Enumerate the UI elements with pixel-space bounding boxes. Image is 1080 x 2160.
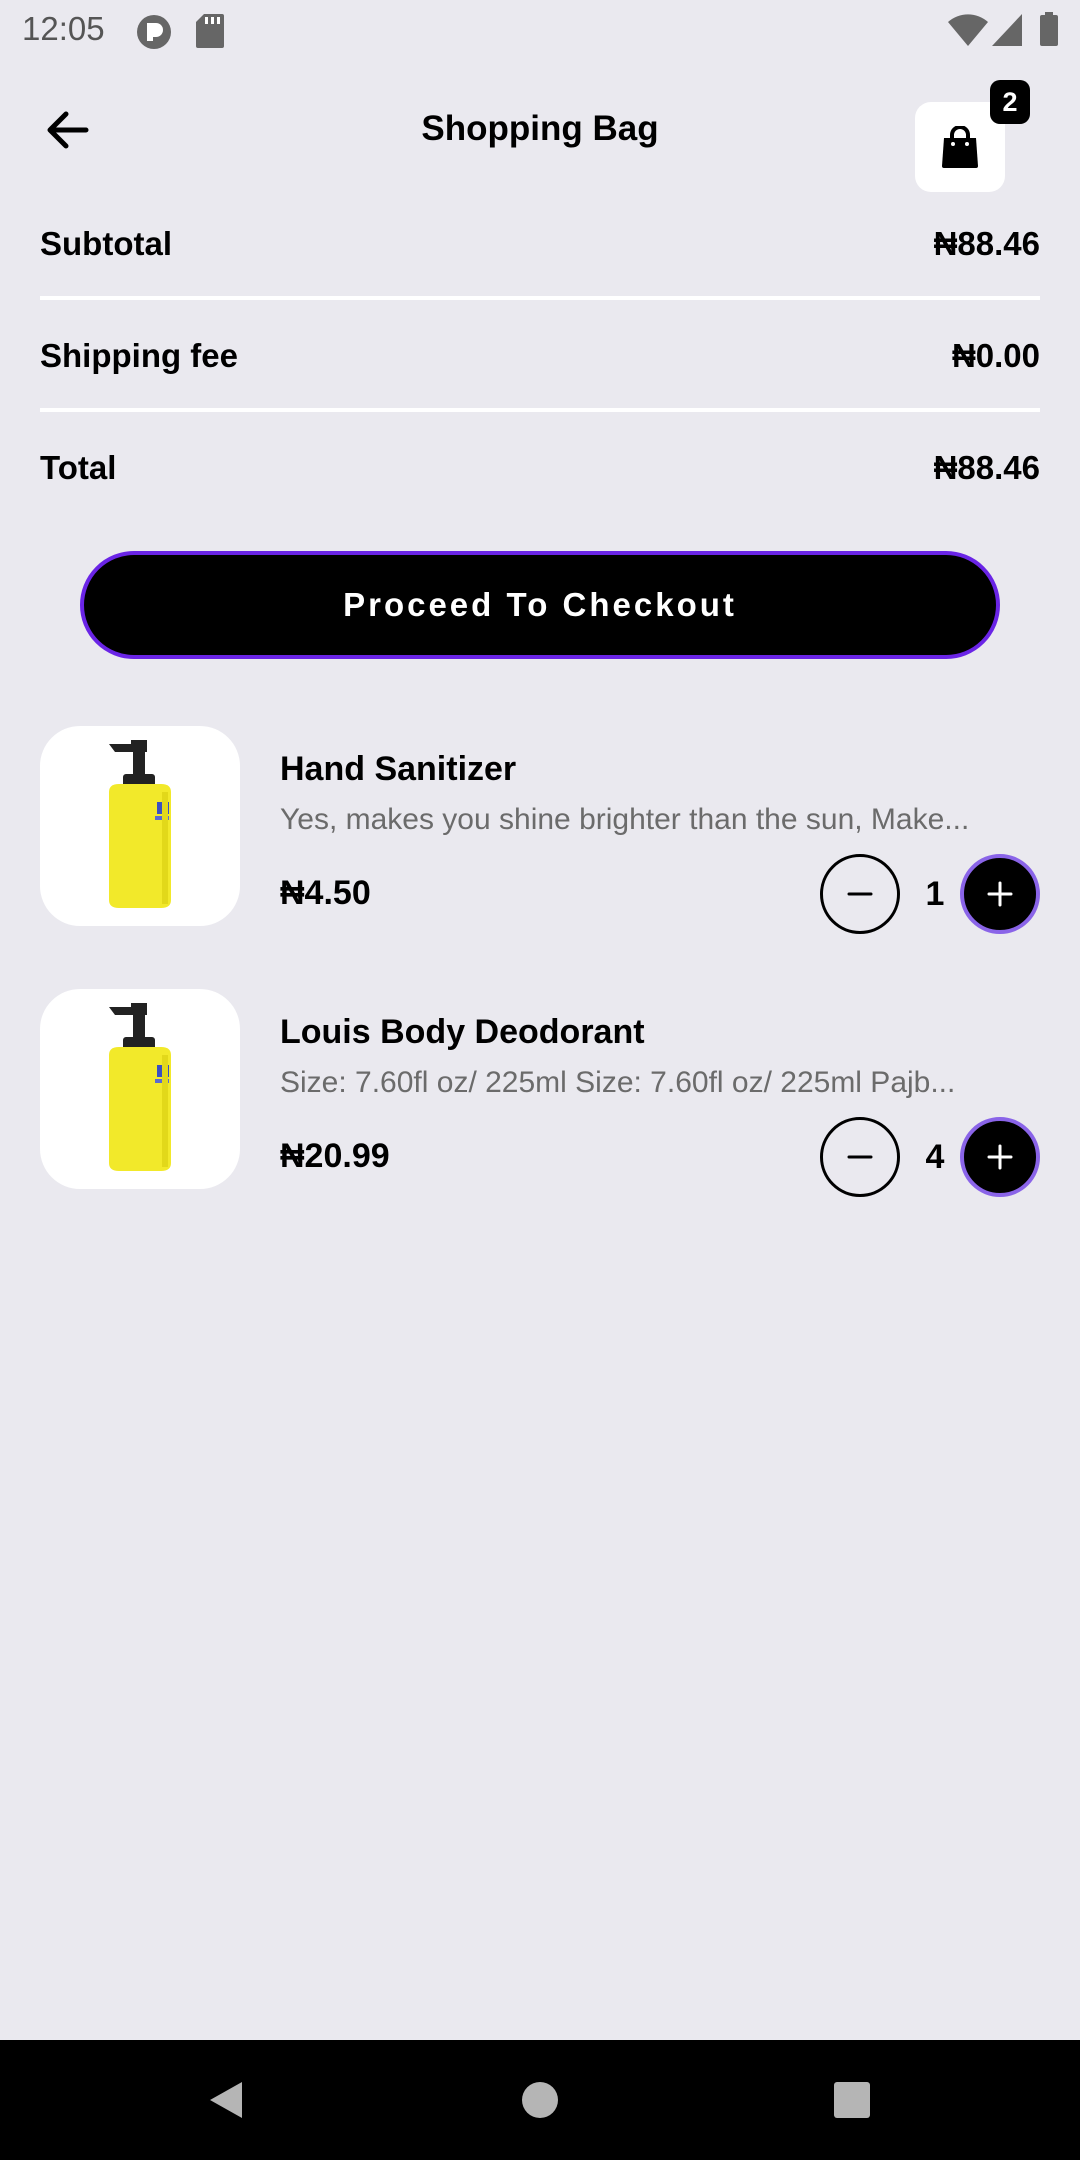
cart-item[interactable]: Louis Body Deodorant Size: 7.60fl oz/ 22…: [40, 989, 1040, 1197]
sd-card-icon: [196, 14, 224, 53]
divider: [40, 408, 1040, 412]
total-label: Total: [40, 449, 117, 486]
plus-icon: [987, 881, 1013, 907]
item-name: Louis Body Deodorant: [280, 1013, 645, 1051]
item-price: ₦4.50: [280, 874, 371, 912]
checkout-button[interactable]: Proceed To Checkout: [80, 551, 1000, 659]
nav-back-button[interactable]: [186, 2060, 266, 2140]
plus-icon: [987, 1144, 1013, 1170]
status-time: 12:05: [22, 10, 105, 47]
system-navigation-bar: [0, 2040, 1080, 2160]
wifi-icon: [948, 14, 988, 51]
shopping-bag-screen: 12:05 Shopping Bag 2 Subtotal ₦88.46 Shi…: [0, 0, 1080, 2160]
increase-quantity-button[interactable]: [960, 1117, 1040, 1197]
circle-home-icon: [522, 2082, 558, 2118]
cart-item[interactable]: Hand Sanitizer Yes, makes you shine brig…: [40, 726, 1040, 934]
total-value: ₦88.46: [933, 449, 1040, 486]
quantity-value: 4: [925, 1137, 945, 1176]
app-notification-icon: [136, 14, 172, 55]
increase-quantity-button[interactable]: [960, 854, 1040, 934]
nav-recents-button[interactable]: [812, 2060, 892, 2140]
square-recents-icon: [834, 2082, 870, 2118]
subtotal-value: ₦88.46: [933, 225, 1040, 262]
shipping-label: Shipping fee: [40, 337, 238, 374]
item-price: ₦20.99: [280, 1137, 390, 1175]
product-image: [40, 726, 240, 926]
bag-count-badge: 2: [990, 80, 1030, 124]
item-description: Size: 7.60fl oz/ 225ml Size: 7.60fl oz/ …: [280, 1066, 956, 1099]
decrease-quantity-button[interactable]: [820, 854, 900, 934]
status-bar: 12:05: [0, 0, 1080, 62]
shipping-row: Shipping fee ₦0.00: [40, 326, 1040, 386]
item-name: Hand Sanitizer: [280, 750, 517, 788]
item-description: Yes, makes you shine brighter than the s…: [280, 803, 970, 836]
total-row: Total ₦88.46: [40, 438, 1040, 498]
quantity-value: 1: [925, 874, 945, 913]
minus-icon: [847, 892, 873, 896]
battery-icon: [1040, 12, 1058, 51]
nav-home-button[interactable]: [500, 2060, 580, 2140]
shipping-value: ₦0.00: [951, 337, 1040, 374]
signal-icon: [992, 14, 1022, 51]
minus-icon: [847, 1155, 873, 1159]
decrease-quantity-button[interactable]: [820, 1117, 900, 1197]
divider: [40, 296, 1040, 300]
shopping-bag-icon: [942, 126, 978, 168]
product-image: [40, 989, 240, 1189]
triangle-back-icon: [210, 2082, 242, 2118]
subtotal-label: Subtotal: [40, 225, 172, 262]
subtotal-row: Subtotal ₦88.46: [40, 214, 1040, 274]
